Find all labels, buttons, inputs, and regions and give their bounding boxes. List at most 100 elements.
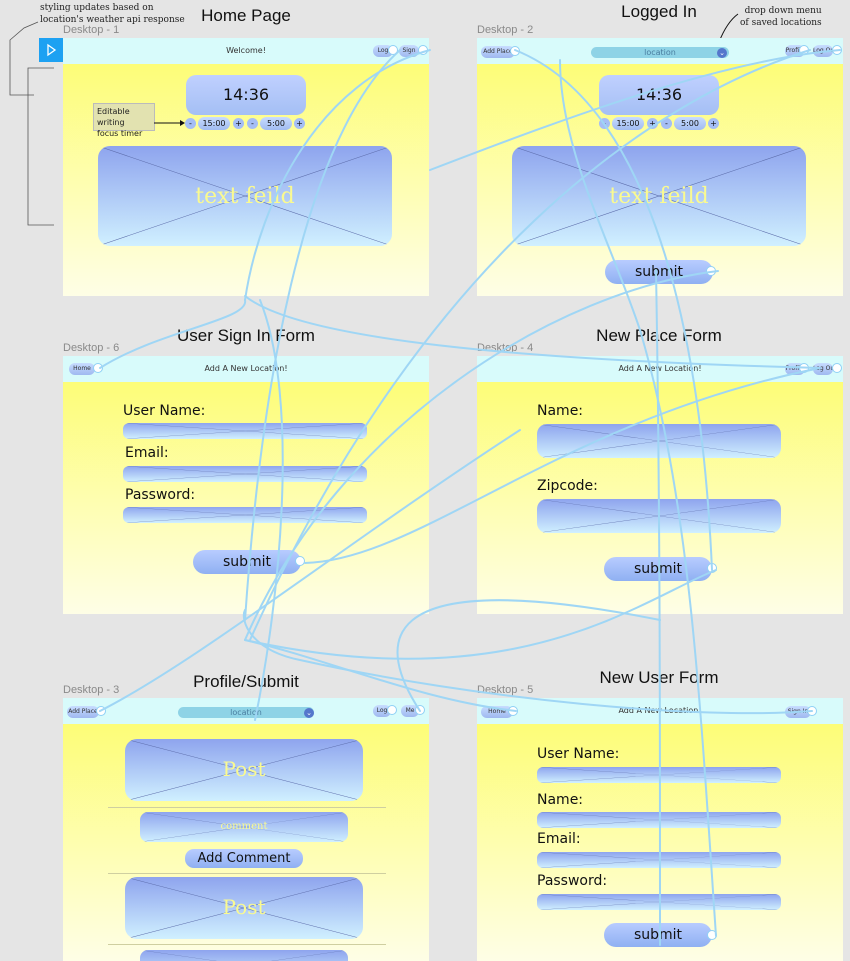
placeholder-cross <box>537 424 781 458</box>
timer2-plus-button[interactable]: + <box>708 118 719 129</box>
annotation-arrow <box>154 120 185 126</box>
placeholder-cross <box>537 767 781 783</box>
password-input[interactable] <box>537 894 781 910</box>
submit-button[interactable]: submit <box>604 557 712 581</box>
dropdown-annotation-line1: drop down menu <box>744 6 822 16</box>
comment-label: comment <box>220 821 268 832</box>
email-input[interactable] <box>123 466 367 482</box>
add-place-button[interactable]: Add Place <box>67 706 99 718</box>
username-label: User Name: <box>537 746 620 762</box>
password-label: Password: <box>125 487 196 503</box>
placeholder-cross <box>537 852 781 868</box>
email-label: Email: <box>537 831 581 847</box>
navbar: Home Add A New Location! Sign In <box>477 698 843 724</box>
text-field-label: text feild <box>195 184 295 209</box>
place-name-input[interactable] <box>537 424 781 458</box>
placeholder-cross <box>537 812 781 828</box>
play-icon <box>47 43 57 57</box>
logged-in-frame: Add Place location ⌄ Profile Log Out 14:… <box>477 38 843 296</box>
connection-dot <box>295 556 305 566</box>
divider <box>108 807 386 808</box>
text-field[interactable]: text feild <box>98 146 392 246</box>
placeholder-cross <box>123 466 367 482</box>
timer2-minus-button[interactable]: - <box>247 118 258 129</box>
focus-timer-input[interactable]: 15:00 <box>612 117 644 130</box>
dropdown-annotation-line2: of saved locations <box>740 18 822 28</box>
connection-dot <box>832 45 842 55</box>
comment-field[interactable]: comment <box>140 812 348 842</box>
dropdown-annotation: drop down menu of saved locations <box>740 5 822 29</box>
connection-dot <box>510 46 520 56</box>
connection-dot <box>807 706 817 716</box>
submit-button[interactable]: submit <box>604 923 712 947</box>
play-button[interactable] <box>39 38 63 62</box>
zipcode-input[interactable] <box>537 499 781 533</box>
placeholder-cross <box>140 950 348 961</box>
comment-field[interactable] <box>140 950 348 961</box>
break-timer-input[interactable]: 5:00 <box>674 117 706 130</box>
email-input[interactable] <box>537 852 781 868</box>
submit-button[interactable]: submit <box>605 260 713 284</box>
timer-annotation: Editable writing focus timer <box>93 103 155 138</box>
connection-dot <box>707 930 717 940</box>
connection-dot <box>388 45 398 55</box>
placeholder-cross <box>123 507 367 523</box>
submit-button[interactable]: submit <box>193 550 301 574</box>
connection-dot <box>799 363 809 373</box>
frame-label-logged-in: Desktop - 2 <box>477 24 534 36</box>
placeholder-cross <box>123 423 367 439</box>
chevron-down-icon[interactable]: ⌄ <box>304 708 314 718</box>
divider <box>108 873 386 874</box>
connection-dot <box>96 706 106 716</box>
navbar: Add Place location ⌄ Log Me <box>63 698 429 724</box>
new-user-frame: Home Add A New Location! Sign In User Na… <box>477 698 843 961</box>
sign-in-frame: Home Add A New Location! User Name: Emai… <box>63 356 429 614</box>
navbar: Add A New Location! Profile Log Out <box>477 356 843 382</box>
sign-up-button[interactable]: Sign <box>399 45 419 57</box>
timer2-plus-button[interactable]: + <box>294 118 305 129</box>
email-label: Email: <box>125 445 169 461</box>
page-heading: Add A New Location! <box>204 364 288 373</box>
chevron-down-icon[interactable]: ⌄ <box>717 48 727 58</box>
timer-annotation-line2: focus timer <box>97 129 143 138</box>
connection-dot <box>706 266 716 276</box>
name-input[interactable] <box>537 812 781 828</box>
text-field-label: text feild <box>609 184 709 209</box>
timer1-plus-button[interactable]: + <box>647 118 658 129</box>
password-input[interactable] <box>123 507 367 523</box>
frame-title-new-place: New Place Form <box>596 326 722 345</box>
navbar: Welcome! Log Sign <box>63 38 429 64</box>
annotation-bracket <box>9 21 54 226</box>
log-out-button[interactable]: Log Out <box>813 45 833 57</box>
post-card: Post <box>125 877 363 939</box>
username-input[interactable] <box>537 767 781 783</box>
add-comment-button[interactable]: Add Comment <box>185 849 303 868</box>
focus-timer-input[interactable]: 15:00 <box>198 117 230 130</box>
location-dropdown[interactable]: location <box>591 47 729 58</box>
connection-dot <box>799 45 809 55</box>
timer1-minus-button[interactable]: - <box>599 118 610 129</box>
post-label: Post <box>222 895 266 919</box>
clock-display: 14:36 <box>599 75 719 115</box>
location-dropdown[interactable]: location <box>178 707 314 718</box>
username-label: User Name: <box>123 403 206 419</box>
timer1-plus-button[interactable]: + <box>233 118 244 129</box>
divider <box>108 944 386 945</box>
timer-annotation-line1: Editable writing <box>97 107 130 127</box>
text-field[interactable]: text feild <box>512 146 806 246</box>
profile-frame: Add Place location ⌄ Log Me Post comment… <box>63 698 429 961</box>
navbar: Home Add A New Location! <box>63 356 429 382</box>
clock-display: 14:36 <box>186 75 306 115</box>
log-out-button[interactable]: Log Out <box>813 363 833 375</box>
location-dropdown-label: location <box>644 48 676 57</box>
frame-title-home: Home Page <box>201 6 291 25</box>
connection-dot <box>415 705 425 715</box>
post-card: Post <box>125 739 363 801</box>
username-input[interactable] <box>123 423 367 439</box>
frame-title-new-user: New User Form <box>599 668 719 687</box>
placeholder-cross <box>537 894 781 910</box>
break-timer-input[interactable]: 5:00 <box>260 117 292 130</box>
timer2-minus-button[interactable]: - <box>661 118 672 129</box>
name-label: Name: <box>537 792 584 808</box>
home-frame: Welcome! Log Sign 14:36 - 15:00 + - 5:00… <box>63 38 429 296</box>
